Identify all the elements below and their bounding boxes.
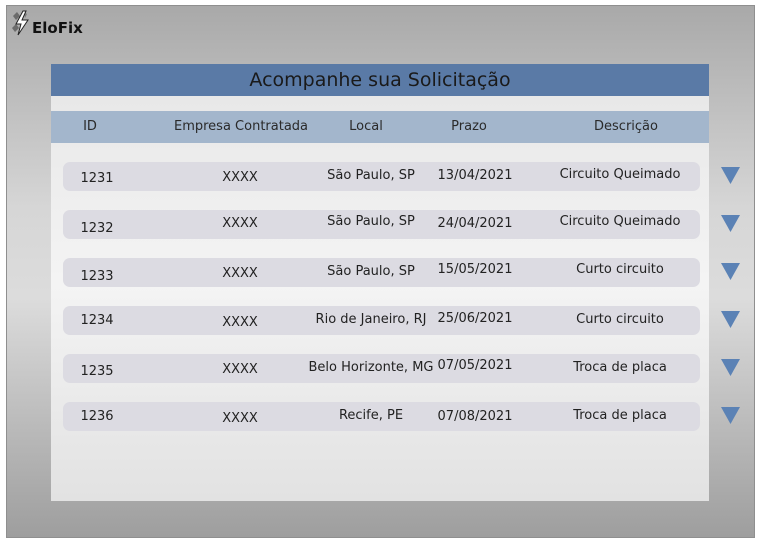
triangle-down-icon[interactable] (721, 407, 740, 424)
app-name: EloFix (32, 19, 83, 37)
cell-location: São Paulo, SP (327, 214, 415, 229)
cell-deadline: 07/05/2021 (437, 358, 513, 373)
cell-location: São Paulo, SP (327, 264, 415, 279)
table-row[interactable]: 1233 XXXX São Paulo, SP 15/05/2021 Curto cir… (63, 258, 700, 287)
cell-deadline: 15/05/2021 (437, 262, 513, 277)
cell-location: Recife, PE (338, 408, 404, 423)
cell-description: Circuito Queimado (559, 167, 681, 182)
cell-id: 1235 (80, 364, 114, 379)
table-row[interactable]: 1232 XXXX São Paulo, SP 24/04/2021 Circuito … (63, 210, 700, 239)
cell-company: XXXX (222, 170, 258, 185)
cell-description: Troca de placa (573, 360, 667, 375)
column-header-id: ID (83, 119, 97, 134)
cell-deadline: 07/08/2021 (437, 409, 513, 424)
triangle-down-icon[interactable] (721, 311, 740, 328)
page-title-bar: Acompanhe sua Solicitação (51, 64, 709, 96)
cell-company: XXXX (222, 362, 258, 377)
app-logo: EloFix (10, 10, 83, 36)
cell-company: XXXX (222, 266, 258, 281)
cell-location: São Paulo, SP (327, 168, 415, 183)
lightning-bolt-icon (12, 10, 29, 36)
cell-id: 1231 (80, 171, 114, 186)
table-row[interactable]: 1235 XXXX Belo Horizonte, MG 07/05/2021 Troc… (63, 354, 700, 383)
cell-description: Troca de placa (573, 408, 667, 423)
cell-company: XXXX (222, 216, 258, 231)
page-title: Acompanhe sua Solicitação (249, 69, 511, 91)
cell-deadline: 25/06/2021 (437, 311, 513, 326)
column-header-description: Descrição (594, 119, 658, 134)
cell-id: 1236 (80, 409, 114, 424)
table-row[interactable]: 1231 XXXX São Paulo, SP 13/04/2021 Circuito … (63, 162, 700, 191)
triangle-down-icon[interactable] (721, 359, 740, 376)
triangle-down-icon[interactable] (721, 215, 740, 232)
cell-description: Circuito Queimado (559, 214, 681, 229)
cell-deadline: 24/04/2021 (437, 216, 513, 231)
cell-deadline: 13/04/2021 (437, 168, 513, 183)
cell-location: Rio de Janeiro, RJ (315, 312, 427, 327)
cell-id: 1233 (80, 269, 114, 284)
cell-id: 1232 (80, 221, 114, 236)
cell-company: XXXX (222, 315, 258, 330)
cell-description: Curto circuito (576, 262, 664, 277)
triangle-down-icon[interactable] (721, 263, 740, 280)
table-header: ID Empresa Contratada Local Prazo Descri… (51, 111, 709, 143)
triangle-down-icon[interactable] (721, 167, 740, 184)
column-header-deadline: Prazo (451, 119, 487, 134)
cell-id: 1234 (80, 313, 114, 328)
table-row[interactable]: 1236 XXXX Recife, PE 07/08/2021 Troca de pla… (63, 402, 700, 431)
cell-description: Curto circuito (576, 312, 664, 327)
column-header-location: Local (349, 119, 383, 134)
cell-location: Belo Horizonte, MG (308, 360, 434, 375)
column-header-company: Empresa Contratada (173, 119, 309, 134)
table-row[interactable]: 1234 XXXX Rio de Janeiro, RJ 25/06/2021 Curt… (63, 306, 700, 335)
cell-company: XXXX (222, 411, 258, 426)
